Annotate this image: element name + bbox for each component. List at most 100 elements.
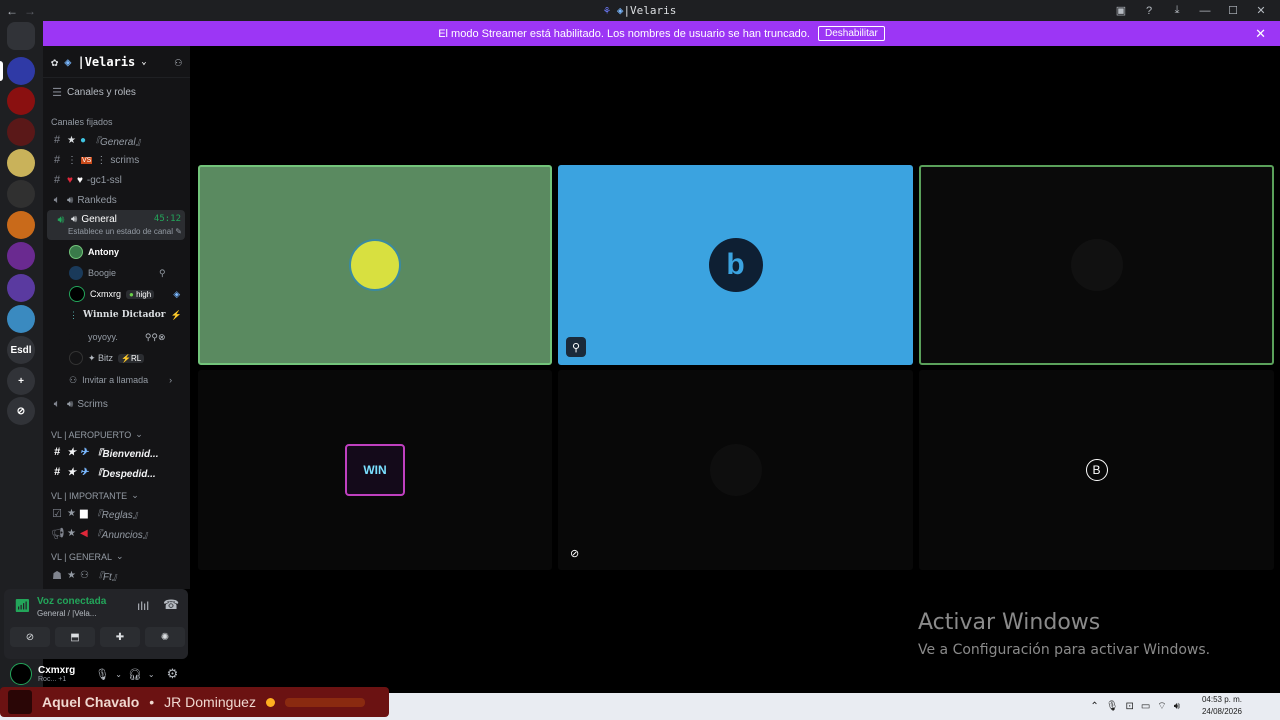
system-tray: ⌃ 🎙︎ ⊡ ▭ ⌔ 🔊︎	[1090, 693, 1180, 720]
category-aeropuerto[interactable]: VL | AEROPUERTO ⌄	[43, 426, 190, 443]
minimize-icon[interactable]: —	[1198, 5, 1212, 17]
category-label: VL | AEROPUERTO	[51, 429, 132, 440]
category-general[interactable]: VL | GENERAL ⌄	[43, 548, 190, 565]
channel-label: 『Ft』	[92, 571, 122, 583]
category-importante[interactable]: VL | IMPORTANTE ⌄	[43, 487, 190, 504]
channel-scrims-text[interactable]: # ⋮ VS ⋮ scrims	[43, 150, 190, 170]
inbox-icon[interactable]: ▣	[1114, 4, 1128, 17]
explore-icon[interactable]: ⊘	[7, 397, 35, 425]
tiger-server[interactable]	[7, 211, 35, 239]
window-title: ⚘ ◈|Velaris	[0, 4, 1280, 17]
channel-despedida[interactable]: # ★ ✈ 『Despedid...	[43, 462, 190, 482]
star-icon: ★	[67, 527, 76, 539]
voice-channel-path[interactable]: General / |Vela...	[37, 609, 96, 618]
tile-winnie[interactable]: WIN	[198, 370, 552, 570]
text-server[interactable]: Esdl	[7, 336, 35, 364]
close-window-icon[interactable]: ✕	[1254, 4, 1268, 17]
wifi-icon[interactable]: ⌔	[1157, 700, 1166, 713]
category-label: VL | GENERAL	[51, 551, 113, 562]
clock[interactable]: 04:53 p. m. 24/08/2026	[1202, 694, 1242, 718]
chevron-down-icon[interactable]: ⌄	[115, 670, 122, 679]
purple-server[interactable]	[7, 242, 35, 270]
share-screen-button[interactable]: ⬒	[55, 627, 95, 647]
avatar	[1070, 239, 1123, 291]
maximize-icon[interactable]: ☐	[1226, 4, 1240, 17]
game-server[interactable]	[7, 274, 35, 302]
tile-cxmxrg[interactable]	[919, 165, 1274, 365]
chevron-down-icon[interactable]: ⌄	[148, 670, 155, 679]
clock-time: 04:53 p. m.	[1201, 695, 1242, 704]
headphones-icon[interactable]: 🎧︎	[128, 668, 142, 681]
chevron-down-icon: ⌄	[131, 490, 139, 500]
user-avatar[interactable]	[10, 663, 32, 685]
disconnect-icon[interactable]: ☎	[163, 597, 179, 613]
channel-reglas[interactable]: ☑ ★ ▆ 『Reglas』	[43, 503, 190, 523]
banner-close-icon[interactable]: ✕	[1255, 26, 1266, 42]
landscape-server[interactable]	[7, 305, 35, 333]
velaris-server[interactable]	[7, 57, 35, 85]
roles-link[interactable]: ☰ Canales y roles	[43, 82, 190, 102]
gear-icon[interactable]: ⚙	[167, 666, 179, 682]
channel-ft[interactable]: ☗ ★ ⚇ 『Ft』	[43, 565, 190, 585]
disable-streamer-button[interactable]: Deshabilitar	[817, 26, 885, 41]
voice-member-winnie[interactable]: ⋮ Winnie Dictador ⚡	[69, 305, 182, 325]
channel-scrims-voice[interactable]: 🔈︎ 🔊︎ Scrims	[43, 394, 190, 414]
discord-icon[interactable]	[7, 22, 35, 50]
member-name: Winnie Dictador	[83, 310, 166, 320]
status-badge: ⚡RL	[118, 353, 145, 363]
avatar	[69, 286, 85, 302]
channel-general-text[interactable]: # ★ ● 『General』	[43, 130, 190, 150]
user-info[interactable]: Cxmxrg Roc... +1	[38, 665, 75, 683]
dots-icon: ⋮	[69, 309, 78, 320]
server-header[interactable]: ✿ ◈ |Velaris ⌄ ⚇	[43, 46, 190, 78]
soundboard-button[interactable]: ✺	[145, 627, 185, 647]
activities-button[interactable]: ✚	[100, 627, 140, 647]
tile-yoyoyy[interactable]: ⊘	[558, 370, 913, 570]
voice-member-antony[interactable]: Antony	[69, 242, 119, 262]
star-icon: ★	[67, 134, 76, 146]
channel-rankeds-voice[interactable]: 🔈︎ 🔊︎ Rankeds	[43, 190, 190, 210]
invite-to-call[interactable]: ⚇ Invitar a llamada ›	[69, 370, 172, 390]
yellow-server[interactable]	[7, 149, 35, 177]
add-server-icon[interactable]: +	[7, 367, 35, 395]
voice-member-boogie[interactable]: Boogie ⚲	[69, 263, 166, 283]
muted-icons: ⚲⚲⊗	[144, 331, 166, 342]
noise-suppression-icon[interactable]: ılıl	[137, 599, 149, 613]
add-member-icon[interactable]: ⚇	[175, 55, 182, 69]
deafened-icon: ⚲	[159, 267, 166, 278]
server-settings-icon[interactable]: ✿	[51, 55, 58, 69]
microphone-icon[interactable]: 🎙︎	[95, 668, 109, 681]
ry-server[interactable]	[7, 118, 35, 146]
voice-member-bitz[interactable]: ✦ Bitz ⚡RL	[69, 348, 145, 368]
avatar	[69, 245, 83, 259]
soundboard-icon: ✺	[160, 631, 170, 643]
network-icon[interactable]: ⊡	[1125, 701, 1133, 712]
camera-toggle-button[interactable]: ⊘	[10, 627, 50, 647]
overlay-separator: •	[149, 694, 155, 710]
tile-bitz[interactable]: B	[919, 370, 1274, 570]
download-icon[interactable]: ⤓	[1170, 4, 1184, 17]
help-icon[interactable]: ?	[1142, 5, 1156, 17]
red-server[interactable]	[7, 87, 35, 115]
wolf-server[interactable]	[7, 180, 35, 208]
microphone-icon[interactable]: 🎙︎	[1106, 701, 1119, 712]
tile-antony[interactable]	[198, 165, 552, 365]
battery-icon[interactable]: ▭	[1141, 701, 1150, 712]
volume-icon[interactable]: 🔊︎	[1174, 701, 1180, 712]
flag-icon: ▆	[79, 507, 88, 519]
muted-icon: ⊘	[570, 548, 580, 560]
channel-gc1-text[interactable]: # ♥ ♥ -gc1-ssl	[43, 170, 190, 190]
voice-status[interactable]: Establece un estado de canal ✎	[68, 227, 182, 236]
server-name: |Velaris	[77, 54, 136, 69]
channel-bienvenida[interactable]: # ★ ✈ 『Bienvenid...	[43, 442, 190, 462]
now-playing-overlay: Aquel Chavalo • JR Dominguez	[0, 687, 389, 717]
voice-member-yoyoyy[interactable]: yoyoyy. ⚲⚲⊗	[69, 327, 166, 347]
voice-connected-label[interactable]: Voz conectada	[37, 596, 106, 607]
tile-boogie[interactable]: b ⚲	[558, 165, 913, 365]
voice-member-cxmxrg[interactable]: Cxmxrg ● high ◈	[69, 284, 180, 304]
chevron-up-icon[interactable]: ⌃	[1090, 701, 1098, 712]
add-user-icon: ⚇	[69, 374, 78, 385]
channel-anuncios[interactable]: 📢︎ ★ ◀ 『Anuncios』	[43, 523, 190, 543]
heart-white-icon: ♥	[76, 174, 83, 186]
megaphone-icon: ◀	[79, 527, 88, 539]
